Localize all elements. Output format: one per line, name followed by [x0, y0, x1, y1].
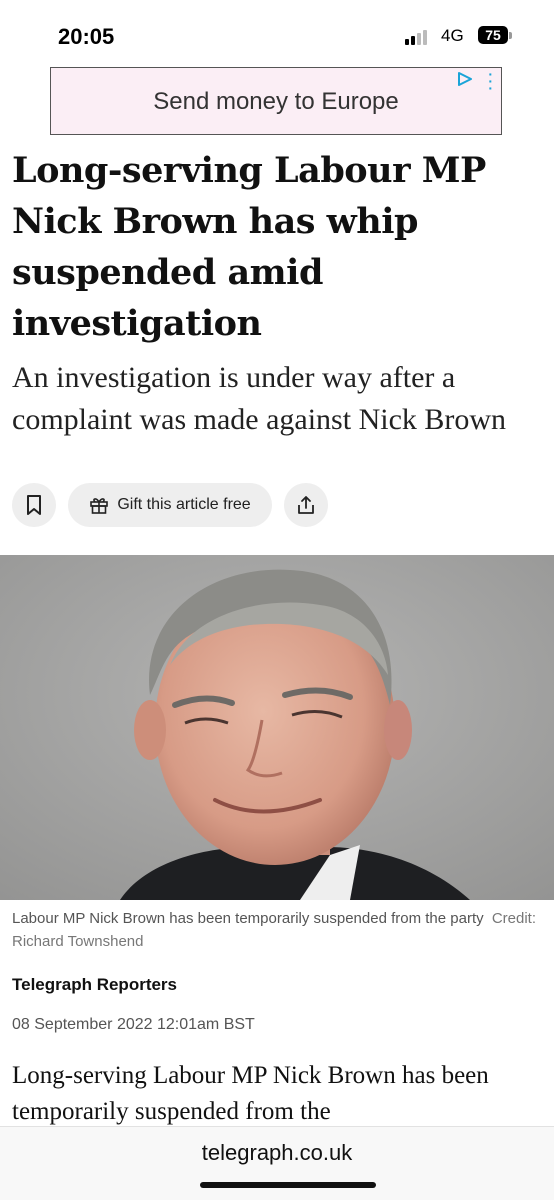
network-type: 4G: [441, 26, 464, 45]
article-date: 08 September 2022 12:01am BST: [12, 1016, 255, 1033]
url-bar[interactable]: telegraph.co.uk: [0, 1140, 554, 1166]
more-vert-icon[interactable]: · · ·: [488, 67, 493, 95]
status-bar: 20:05 4G 75: [0, 0, 554, 64]
ad-choices-icon[interactable]: [457, 72, 473, 86]
caption-text: Labour MP Nick Brown has been temporaril…: [12, 910, 484, 927]
portrait-illustration: [0, 555, 554, 900]
home-indicator[interactable]: [200, 1182, 376, 1188]
gift-article-button[interactable]: Gift this article free: [68, 483, 272, 527]
browser-bottom-bar: telegraph.co.uk: [0, 1126, 554, 1200]
bookmark-icon: [27, 495, 41, 515]
advert-banner[interactable]: Send money to Europe · · ·: [50, 67, 502, 135]
advert-text[interactable]: Send money to Europe: [51, 88, 501, 116]
bookmark-button[interactable]: [12, 483, 56, 527]
share-icon: [298, 496, 314, 514]
article-actions: Gift this article free: [12, 483, 352, 527]
photo-caption: Labour MP Nick Brown has been temporaril…: [12, 907, 542, 953]
article-byline[interactable]: Telegraph Reporters: [12, 975, 177, 995]
signal-icon: [405, 30, 427, 45]
status-time: 20:05: [58, 24, 115, 49]
gift-icon: [90, 498, 109, 514]
battery-icon: 75: [478, 26, 508, 44]
article-body: Long-serving Labour MP Nick Brown has be…: [12, 1062, 489, 1125]
share-button[interactable]: [284, 483, 328, 527]
article-standfirst: An investigation is under way after a co…: [12, 361, 507, 436]
article-photo: [0, 555, 554, 900]
battery-tip: [509, 32, 512, 39]
article-headline: Long-serving Labour MP Nick Brown has wh…: [12, 150, 486, 344]
gift-button-label: Gift this article free: [117, 496, 251, 513]
